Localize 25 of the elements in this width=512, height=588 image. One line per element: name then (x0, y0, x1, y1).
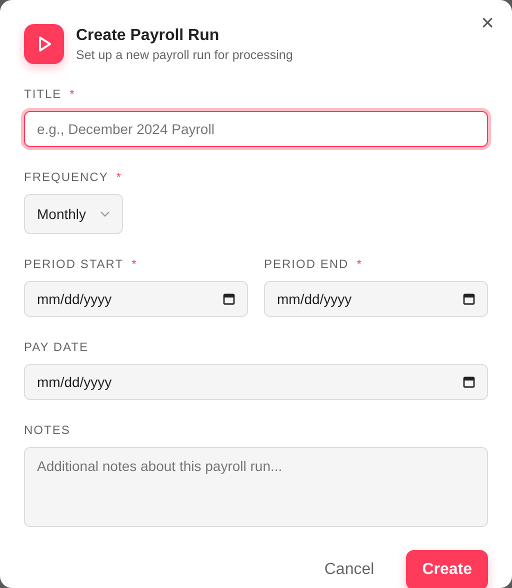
date-field[interactable]: mm/dd/yyyy (24, 281, 248, 317)
field-label: PERIOD START (24, 257, 124, 271)
dialog-subtitle: Set up a new payroll run for processing (76, 48, 293, 62)
required-mark: * (116, 170, 122, 184)
notes-field[interactable]: Additional notes about this payroll run... (24, 447, 488, 527)
date-field[interactable]: mm/dd/yyyy (24, 364, 488, 400)
calendar-icon[interactable] (463, 293, 475, 305)
play-icon (24, 24, 64, 64)
field-label: PAY DATE (24, 340, 88, 354)
cancel-button[interactable]: Cancel (308, 550, 390, 588)
chevron-down-icon (100, 211, 110, 217)
field-label: FREQUENCY (24, 170, 108, 184)
calendar-icon[interactable] (223, 293, 235, 305)
frequency-dropdown[interactable]: Monthly (24, 194, 124, 234)
required-mark: * (132, 257, 136, 271)
close-button[interactable]: × (477, 12, 498, 34)
required-mark: * (70, 87, 74, 101)
field-label: PERIOD END (264, 257, 349, 271)
title-field[interactable]: e.g., December 2024 Payroll (24, 111, 488, 147)
dialog-title: Create Payroll Run (76, 26, 220, 44)
field-label: TITLE (24, 87, 62, 101)
calendar-icon[interactable] (463, 376, 475, 388)
date-field[interactable]: mm/dd/yyyy (264, 281, 488, 317)
required-mark: * (356, 257, 362, 271)
field-label: NOTES (24, 423, 70, 437)
